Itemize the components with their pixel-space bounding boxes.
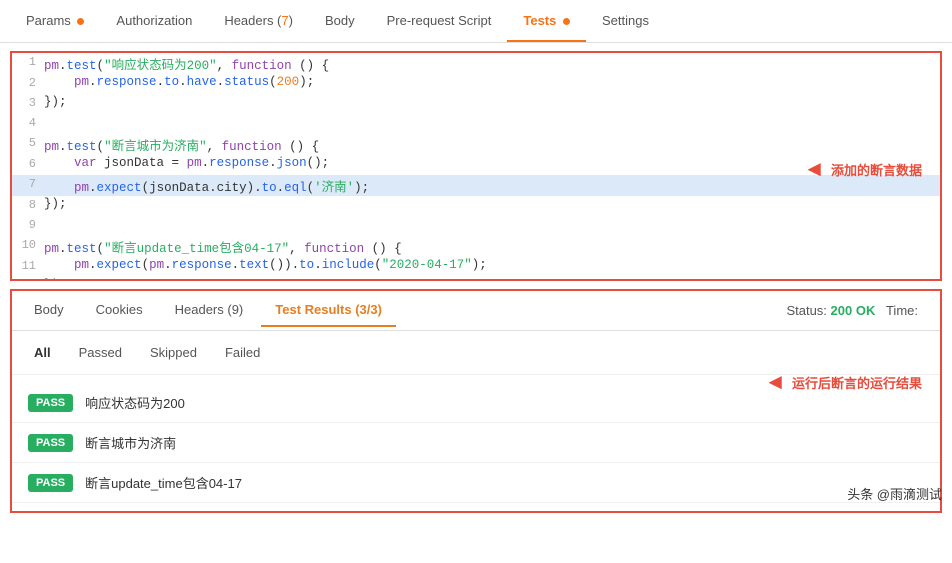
result-tabs: Body Cookies Headers (9) Test Results (3… bbox=[12, 291, 940, 331]
tab-tests[interactable]: Tests bbox=[507, 1, 586, 42]
code-line-2: 2 pm.response.to.have.status(200); bbox=[12, 74, 940, 94]
test-results-list: PASS 响应状态码为200 PASS 断言城市为济南 PASS 断言updat… bbox=[12, 375, 940, 511]
code-line-8: 8 }); bbox=[12, 196, 940, 216]
code-line-3: 3 }); bbox=[12, 94, 940, 114]
code-line-6: 6 var jsonData = pm.response.json(); bbox=[12, 155, 940, 175]
watermark: 头条 @雨滴测试 bbox=[847, 484, 942, 503]
lower-arrow-icon: ◄ bbox=[764, 369, 786, 395]
tab-headers[interactable]: Headers (7) bbox=[208, 1, 309, 42]
upper-annotation: ◄ 添加的断言数据 bbox=[803, 156, 922, 182]
test-result-item-2: PASS 断言城市为济南 bbox=[12, 423, 940, 463]
lower-annotation: ◄ 运行后断言的运行结果 bbox=[764, 369, 922, 395]
tab-params[interactable]: Params bbox=[10, 1, 100, 42]
tab-prerequest[interactable]: Pre-request Script bbox=[371, 1, 508, 42]
filter-failed[interactable]: Failed bbox=[219, 341, 266, 364]
params-dot bbox=[77, 18, 84, 25]
pass-badge-2: PASS bbox=[28, 434, 73, 452]
tab-authorization[interactable]: Authorization bbox=[100, 1, 208, 42]
code-line-5: 5 pm.test("断言城市为济南", function () { bbox=[12, 134, 940, 155]
test-result-item-3: PASS 断言update_time包含04-17 bbox=[12, 463, 940, 503]
filter-skipped[interactable]: Skipped bbox=[144, 341, 203, 364]
top-tabs: Params Authorization Headers (7) Body Pr… bbox=[0, 0, 952, 43]
annotation-text: 添加的断言数据 bbox=[831, 160, 922, 179]
lower-section: Body Cookies Headers (9) Test Results (3… bbox=[10, 289, 942, 513]
tab-result-testresults[interactable]: Test Results (3/3) bbox=[261, 294, 396, 327]
test-name-1: 响应状态码为200 bbox=[85, 393, 185, 412]
code-line-10: 10 pm.test("断言update_time包含04-17", funct… bbox=[12, 236, 940, 257]
arrow-left-icon: ◄ bbox=[803, 156, 825, 182]
code-line-4: 4 bbox=[12, 114, 940, 134]
tests-dot bbox=[563, 18, 570, 25]
code-line-1: 1 pm.test("响应状态码为200", function () { bbox=[12, 53, 940, 74]
code-line-9: 9 bbox=[12, 216, 940, 236]
code-line-12: 12 }); bbox=[12, 277, 940, 281]
lower-annotation-text: 运行后断言的运行结果 bbox=[792, 373, 922, 392]
test-name-3: 断言update_time包含04-17 bbox=[85, 473, 242, 492]
code-line-7: 7 pm.expect(jsonData.city).to.eql('济南'); bbox=[12, 175, 940, 196]
pass-badge-3: PASS bbox=[28, 474, 73, 492]
code-editor[interactable]: 1 pm.test("响应状态码为200", function () { 2 p… bbox=[10, 51, 942, 281]
filter-passed[interactable]: Passed bbox=[73, 341, 128, 364]
tab-result-cookies[interactable]: Cookies bbox=[82, 294, 157, 327]
tab-body[interactable]: Body bbox=[309, 1, 371, 42]
pass-badge-1: PASS bbox=[28, 394, 73, 412]
tab-settings[interactable]: Settings bbox=[586, 1, 665, 42]
code-line-11: 11 pm.expect(pm.response.text()).to.incl… bbox=[12, 257, 940, 277]
filter-all[interactable]: All bbox=[28, 341, 57, 364]
status-value: 200 OK bbox=[831, 303, 876, 318]
code-lines: 1 pm.test("响应状态码为200", function () { 2 p… bbox=[12, 53, 940, 281]
test-name-2: 断言城市为济南 bbox=[85, 433, 176, 452]
tab-result-body[interactable]: Body bbox=[20, 294, 78, 327]
tab-result-headers[interactable]: Headers (9) bbox=[161, 294, 258, 327]
status-area: Status: 200 OK Time: bbox=[772, 295, 932, 326]
